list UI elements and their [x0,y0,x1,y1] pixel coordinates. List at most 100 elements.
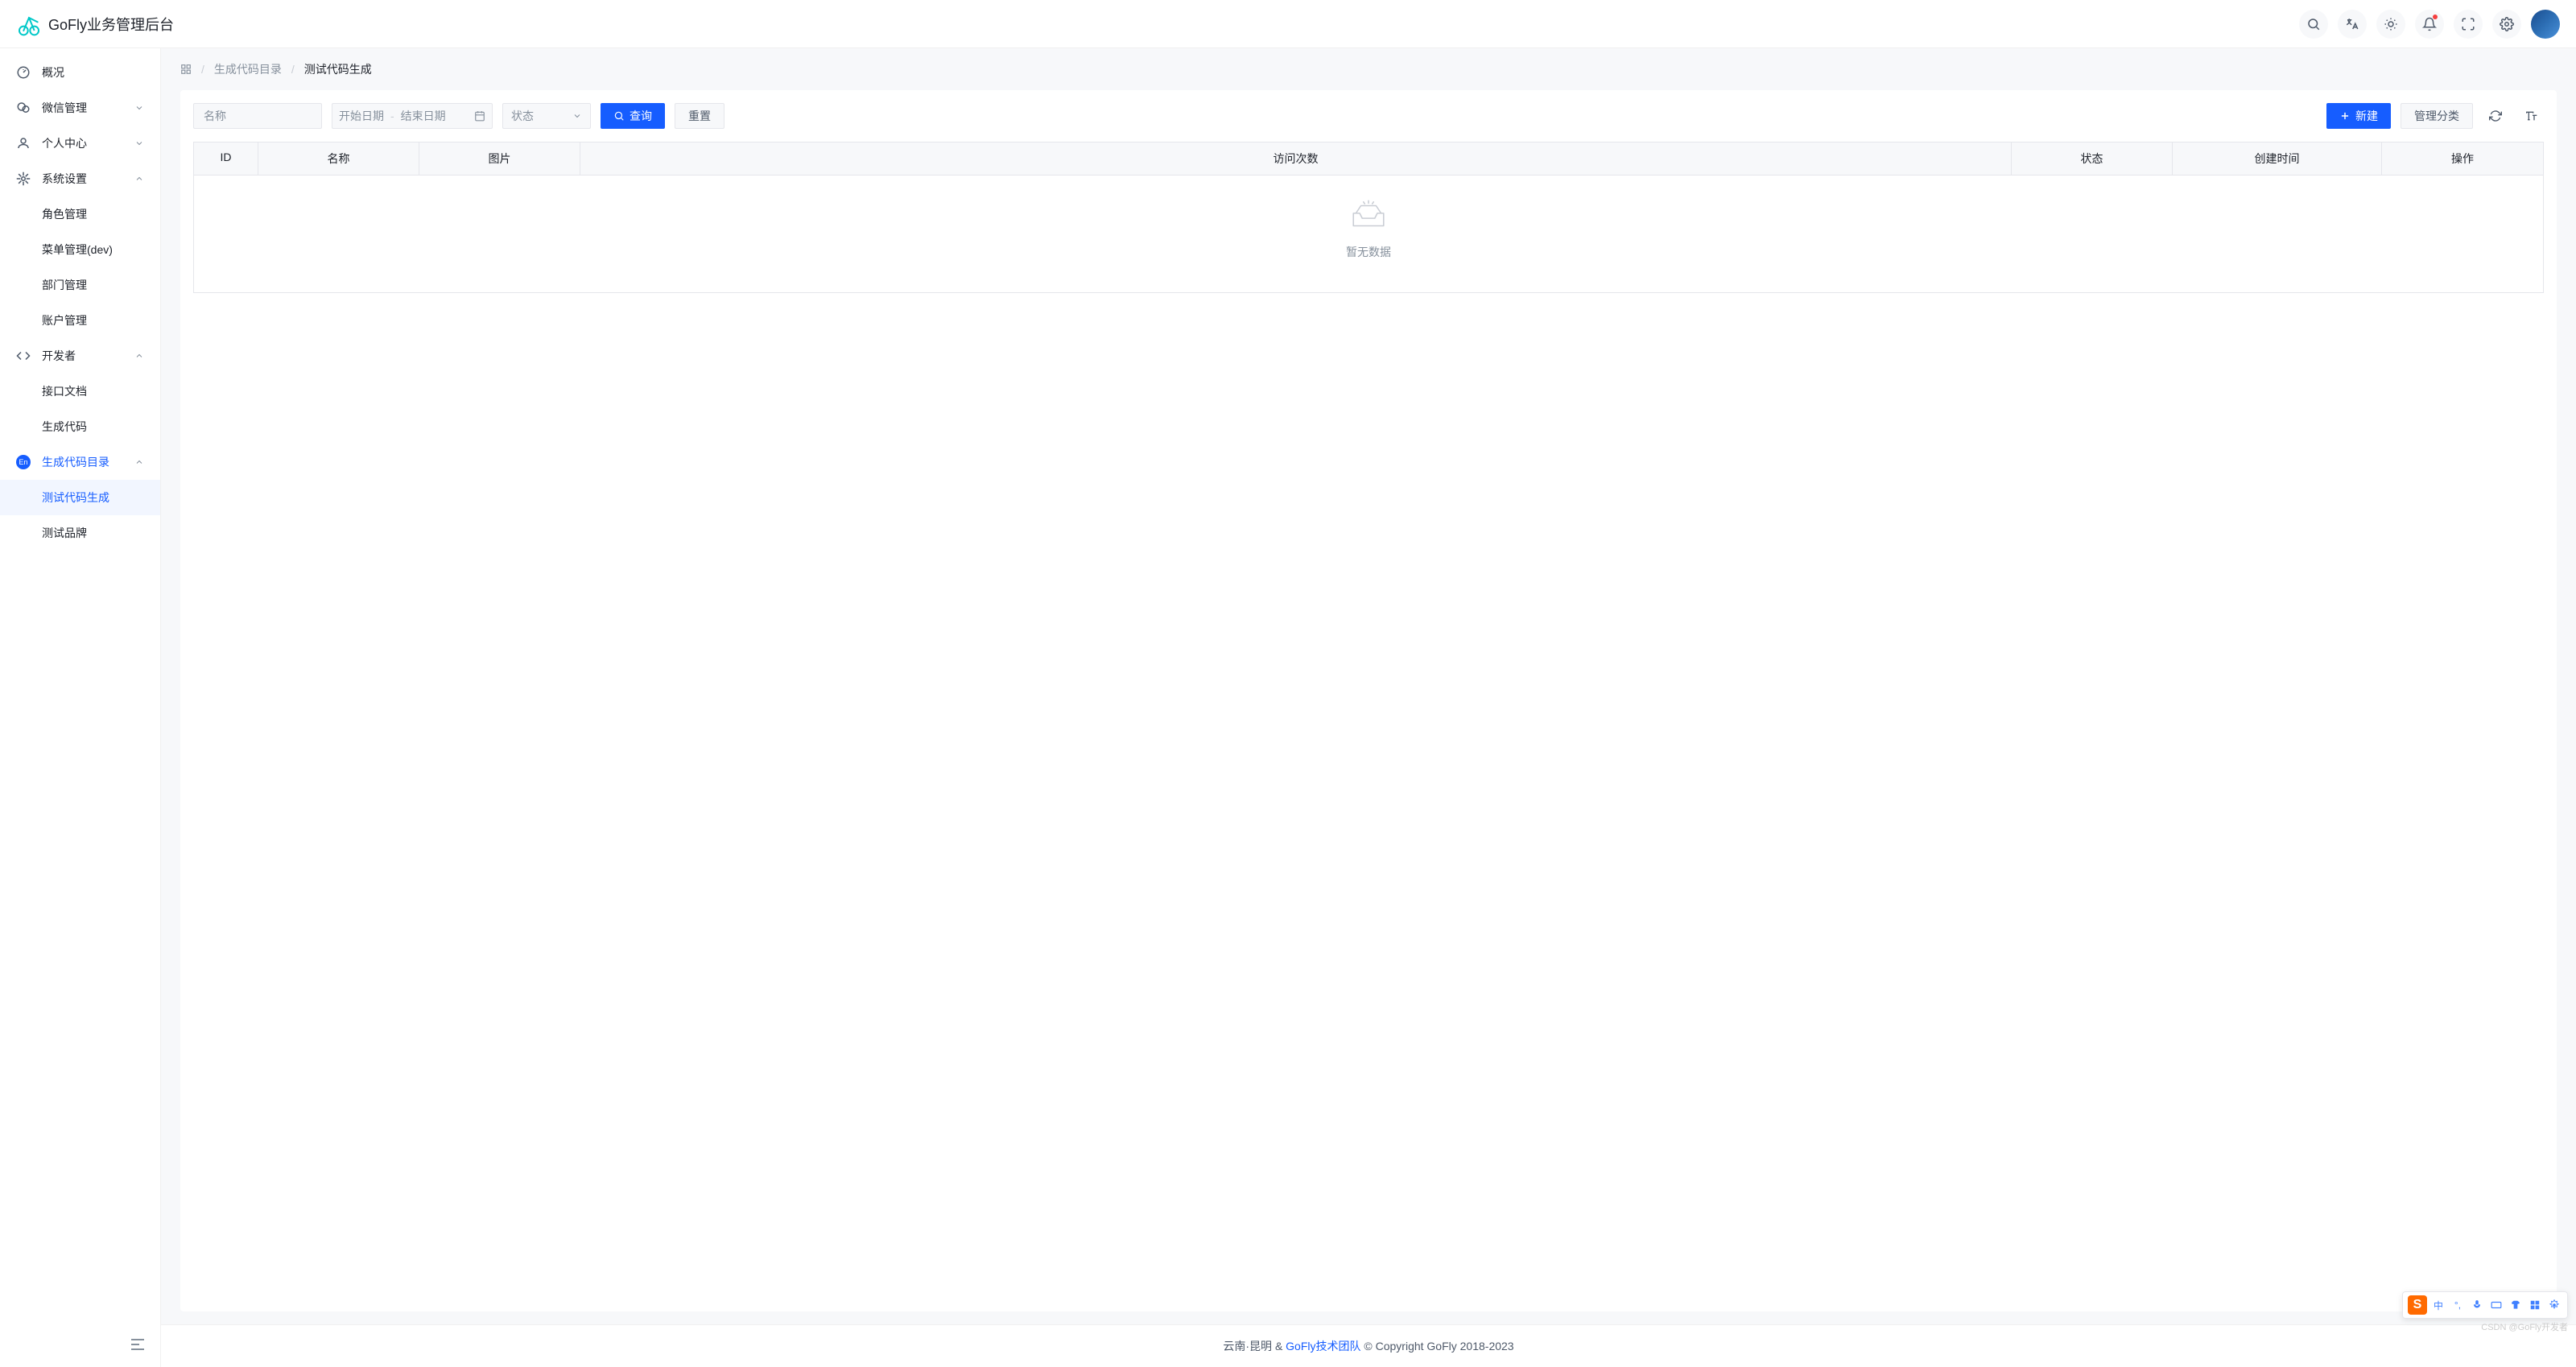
watermark: CSDN @GoFly开发者 [2481,1320,2568,1333]
sidebar-item-11[interactable]: En 生成代码目录 [0,444,160,480]
ime-logo-icon: S [2408,1295,2427,1315]
fullscreen-icon[interactable] [2454,10,2483,39]
settings-icon[interactable] [2492,10,2521,39]
data-table: ID 名称 图片 访问次数 状态 创建时间 操作 暂无数据 [193,142,2544,293]
new-button-label: 新建 [2355,108,2378,124]
empty-text: 暂无数据 [194,244,2543,260]
sidebar-item-10[interactable]: 生成代码 [0,409,160,444]
ime-settings-icon[interactable] [2546,1297,2562,1313]
sidebar-item-9[interactable]: 接口文档 [0,374,160,409]
breadcrumb-home-icon[interactable] [180,64,192,75]
sidebar-item-label: 系统设置 [42,171,134,187]
footer: 云南·昆明 & GoFly技术团队 © Copyright GoFly 2018… [161,1324,2576,1367]
sidebar-item-5[interactable]: 菜单管理(dev) [0,232,160,267]
search-icon[interactable] [2299,10,2328,39]
ime-skin-icon[interactable] [2508,1297,2524,1313]
toolbar-left: 开始日期 - 结束日期 状态 查询 重置 [193,103,2317,129]
sidebar-item-label: 角色管理 [42,206,144,222]
th-name: 名称 [258,142,419,175]
sidebar-item-label: 接口文档 [42,383,144,399]
footer-right: © Copyright GoFly 2018-2023 [1361,1340,1514,1353]
table-empty: 暂无数据 [194,176,2543,292]
sidebar-item-8[interactable]: 开发者 [0,338,160,374]
header-right [2299,10,2560,39]
sidebar-item-1[interactable]: 微信管理 [0,90,160,126]
search-icon [613,110,625,122]
date-sep: - [390,109,394,122]
sidebar-item-label: 测试品牌 [42,525,144,541]
sidebar-item-6[interactable]: 部门管理 [0,267,160,303]
breadcrumb-item-current: 测试代码生成 [304,61,372,77]
sidebar-item-label: 概况 [42,64,144,81]
sidebar-item-label: 开发者 [42,348,134,364]
breadcrumb-sep: / [291,63,295,76]
sidebar-item-label: 微信管理 [42,100,134,116]
th-id: ID [194,142,258,175]
ime-punct-icon[interactable]: °, [2450,1297,2466,1313]
ime-mic-icon[interactable] [2469,1297,2485,1313]
name-input[interactable] [193,103,322,129]
sidebar-item-0[interactable]: 概况 [0,55,160,90]
sidebar-item-4[interactable]: 角色管理 [0,196,160,232]
layout: 概况微信管理个人中心系统设置角色管理菜单管理(dev) 部门管理账户管理开发者接口… [0,48,2576,1367]
calendar-icon [474,110,485,122]
breadcrumb-sep: / [201,63,204,76]
breadcrumb-item-catalog[interactable]: 生成代码目录 [214,61,282,77]
th-created: 创建时间 [2173,142,2382,175]
sidebar-item-7[interactable]: 账户管理 [0,303,160,338]
sidebar-item-label: 个人中心 [42,135,134,151]
sidebar-item-label: 测试代码生成 [42,489,144,506]
header: GoFly业务管理后台 [0,0,2576,48]
th-visits: 访问次数 [580,142,2012,175]
toolbar: 开始日期 - 结束日期 状态 查询 重置 [180,90,2557,142]
translate-icon[interactable] [2338,10,2367,39]
th-status: 状态 [2012,142,2173,175]
refresh-icon[interactable] [2483,103,2508,129]
sidebar-item-2[interactable]: 个人中心 [0,126,160,161]
sidebar-item-label: 账户管理 [42,312,144,328]
reset-button[interactable]: 重置 [675,103,724,129]
empty-icon [1348,200,1389,232]
sidebar-item-label: 生成代码目录 [42,454,134,470]
en-badge-icon: En [16,455,31,469]
reset-button-label: 重置 [688,108,711,124]
sidebar-item-12[interactable]: 测试代码生成 [0,480,160,515]
chevron-down-icon [572,111,582,121]
ime-toolbar[interactable]: S 中 °, [2402,1291,2568,1319]
date-range-input[interactable]: 开始日期 - 结束日期 [332,103,493,129]
date-end-placeholder: 结束日期 [401,108,446,124]
th-action: 操作 [2382,142,2543,175]
theme-icon[interactable] [2376,10,2405,39]
category-button-label: 管理分类 [2414,108,2459,124]
status-select[interactable]: 状态 [502,103,591,129]
new-button[interactable]: 新建 [2326,103,2391,129]
footer-left: 云南·昆明 & [1223,1340,1286,1353]
notification-dot [2433,14,2438,19]
search-button[interactable]: 查询 [601,103,665,129]
avatar[interactable] [2531,10,2560,39]
logo[interactable]: GoFly业务管理后台 [16,11,174,37]
sidebar: 概况微信管理个人中心系统设置角色管理菜单管理(dev) 部门管理账户管理开发者接口… [0,48,161,1367]
ime-lang[interactable]: 中 [2430,1297,2446,1313]
category-button[interactable]: 管理分类 [2401,103,2473,129]
ime-grid-icon[interactable] [2527,1297,2543,1313]
sidebar-item-3[interactable]: 系统设置 [0,161,160,196]
sidebar-item-label: 菜单管理(dev) [42,242,144,258]
sidebar-item-13[interactable]: 测试品牌 [0,515,160,551]
sidebar-item-label: 生成代码 [42,419,144,435]
status-placeholder: 状态 [511,108,566,124]
th-image: 图片 [419,142,580,175]
date-start-placeholder: 开始日期 [339,108,384,124]
table-header: ID 名称 图片 访问次数 状态 创建时间 操作 [194,142,2543,176]
footer-link[interactable]: GoFly技术团队 [1286,1340,1360,1353]
sidebar-collapse-icon[interactable] [128,1335,147,1354]
sidebar-item-label: 部门管理 [42,277,144,293]
notification-icon[interactable] [2415,10,2444,39]
text-size-icon[interactable] [2518,103,2544,129]
ime-keyboard-icon[interactable] [2488,1297,2504,1313]
header-left: GoFly业务管理后台 [16,11,174,37]
search-button-label: 查询 [630,108,652,124]
sidebar-menu: 概况微信管理个人中心系统设置角色管理菜单管理(dev) 部门管理账户管理开发者接口… [0,48,160,1367]
content: / 生成代码目录 / 测试代码生成 开始日期 - 结束日期 状态 [161,48,2576,1367]
logo-icon [16,11,42,37]
